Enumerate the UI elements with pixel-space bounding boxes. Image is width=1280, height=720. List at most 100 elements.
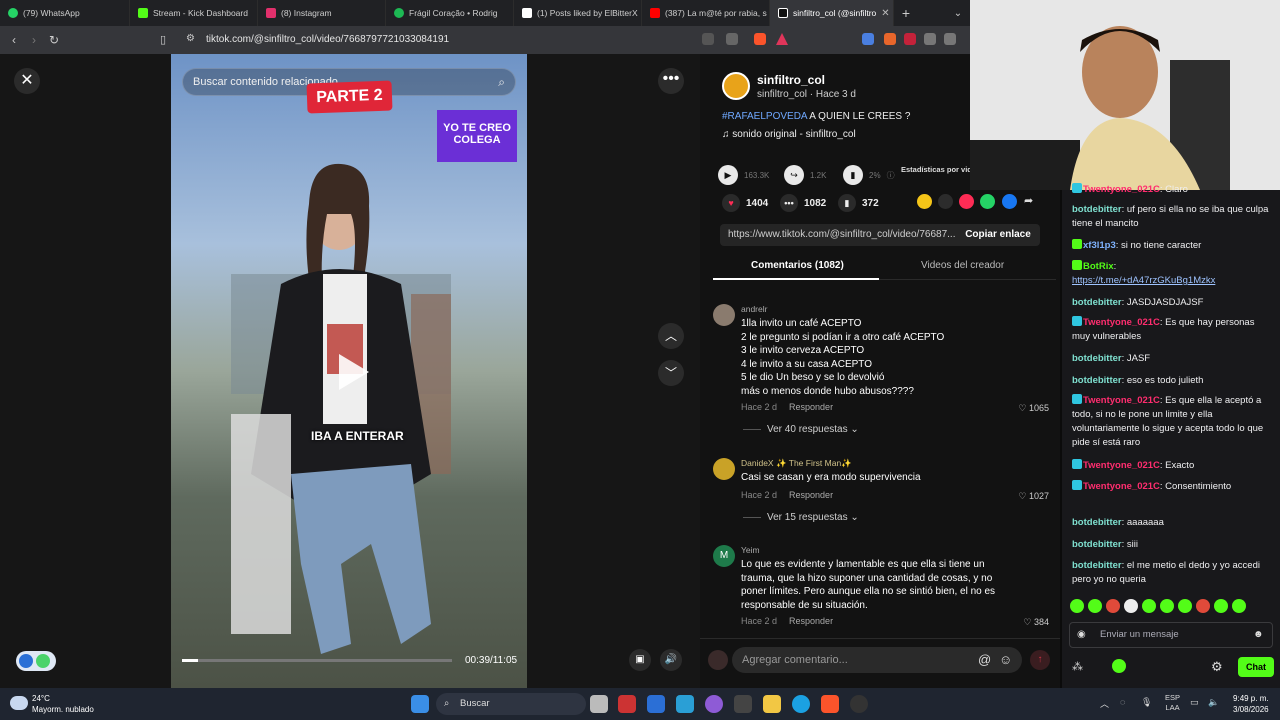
media-control-icon[interactable] <box>944 33 956 45</box>
terminal-icon[interactable] <box>734 695 752 713</box>
tab-whatsapp[interactable]: (79) WhatsApp <box>0 0 130 26</box>
chat-username[interactable]: Twentyone_021C <box>1083 460 1160 471</box>
commenter-avatar[interactable] <box>713 304 735 326</box>
reload-icon[interactable]: ↻ <box>44 33 64 47</box>
emoji-icon[interactable]: ☺ <box>999 652 1012 667</box>
share-facebook-icon[interactable] <box>1002 194 1017 209</box>
mention-icon[interactable]: @ <box>978 652 991 667</box>
tab-list-chevron-icon[interactable]: ⌄ <box>946 8 970 19</box>
previous-video-button[interactable]: ︿ <box>658 323 684 349</box>
chat-username[interactable]: botdebitter <box>1072 297 1122 308</box>
emote-icon[interactable] <box>1124 599 1138 613</box>
chat-username[interactable]: Twentyone_021C <box>1083 317 1160 328</box>
view-replies-button[interactable]: Ver 40 respuestas ⌄ <box>743 424 859 435</box>
task-view-icon[interactable] <box>590 695 608 713</box>
tray-chevron-icon[interactable]: ︿ <box>1100 697 1109 710</box>
commenter-name[interactable]: andrelr <box>741 304 767 314</box>
close-video-button[interactable]: ✕ <box>14 68 40 94</box>
mail-icon[interactable] <box>676 695 694 713</box>
send-comment-button[interactable]: ↑ <box>1030 650 1050 670</box>
forward-icon[interactable]: › <box>24 33 44 47</box>
view-replies-button[interactable]: Ver 15 respuestas ⌄ <box>743 512 859 523</box>
back-icon[interactable]: ‹ <box>4 33 24 47</box>
embed-icon[interactable] <box>938 194 953 209</box>
taskbar-search[interactable]: ⌕ Buscar <box>436 693 586 715</box>
tray-app-icon[interactable]: ◌ <box>1120 697 1125 707</box>
cast-icon[interactable] <box>702 33 714 45</box>
new-tab-button[interactable]: + <box>894 5 918 21</box>
brave-browser-icon[interactable] <box>821 695 839 713</box>
microphone-icon[interactable]: 🎙 <box>1141 697 1152 708</box>
extension-m-icon[interactable] <box>904 33 916 45</box>
play-count-icon[interactable]: ▶ <box>718 165 738 185</box>
comment-like-count[interactable]: ♡ 1065 <box>1018 403 1049 414</box>
chat-username[interactable]: botdebitter <box>1072 539 1122 550</box>
chat-username[interactable]: Twentyone_021C <box>1083 395 1160 406</box>
chat-emoji-icon[interactable]: ☻ <box>1253 629 1264 640</box>
play-icon[interactable] <box>333 350 373 394</box>
emote-icon[interactable] <box>1160 599 1174 613</box>
extension-badge[interactable] <box>16 651 56 671</box>
commenter-avatar[interactable] <box>713 458 735 480</box>
brave-rewards-icon[interactable] <box>776 33 788 45</box>
user-avatar[interactable] <box>708 650 728 670</box>
edge-icon[interactable] <box>792 695 810 713</box>
chat-send-button[interactable]: Chat <box>1238 657 1274 677</box>
file-explorer-icon[interactable] <box>763 695 781 713</box>
language-indicator[interactable]: ESP LAA <box>1165 693 1180 713</box>
copy-link-button[interactable]: Copiar enlace <box>957 224 1039 246</box>
weather-widget[interactable]: 24°C Mayorm. nublado <box>32 693 94 715</box>
chat-users-icon[interactable]: ⁂ <box>1072 660 1083 673</box>
tab-spotify[interactable]: Frágil Coração • Rodrig <box>386 0 514 26</box>
extensions-puzzle-icon[interactable] <box>924 33 936 45</box>
hashtag-link[interactable]: #RAFAELPOVEDA <box>722 111 807 122</box>
volume-tray-icon[interactable]: 🔈 <box>1208 697 1219 708</box>
tab-tiktok-active[interactable]: sinfiltro_col (@sinfiltro ✕ <box>770 0 894 26</box>
system-clock[interactable]: 9:49 p. m. 3/08/2026 <box>1233 693 1269 715</box>
emote-icon[interactable] <box>1214 599 1228 613</box>
url-field[interactable]: tiktok.com/@sinfiltro_col/video/76687977… <box>206 34 449 45</box>
chat-username[interactable]: xf3l1p3 <box>1083 240 1116 251</box>
sound-link[interactable]: ♫ sonido original - sinfiltro_col <box>722 129 856 140</box>
emote-icon[interactable] <box>1088 599 1102 613</box>
commenter-name[interactable]: DanideX ✨ The First Man✨ <box>741 458 852 469</box>
emote-icon[interactable] <box>1196 599 1210 613</box>
picture-in-picture-icon[interactable]: ▣ <box>629 649 651 671</box>
store-icon[interactable] <box>647 695 665 713</box>
commenter-avatar[interactable]: M <box>713 545 735 567</box>
volume-icon[interactable]: 🔊 <box>660 649 682 671</box>
weather-cloud-icon[interactable] <box>10 696 28 710</box>
obs-icon[interactable] <box>850 695 868 713</box>
comment-like-count[interactable]: ♡ 1027 <box>1018 491 1049 502</box>
bookmark-icon[interactable]: ▯ <box>160 33 166 46</box>
chat-username[interactable]: botdebitter <box>1072 353 1122 364</box>
chat-username[interactable]: botdebitter <box>1072 375 1122 386</box>
share-tiktok-icon[interactable] <box>959 194 974 209</box>
emote-icon[interactable] <box>1178 599 1192 613</box>
chat-username[interactable]: Twentyone_021C <box>1083 481 1160 492</box>
reply-button[interactable]: Responder <box>789 402 833 412</box>
kick-logo-icon[interactable] <box>1112 659 1126 673</box>
chat-username[interactable]: Twentyone_021C <box>1083 184 1160 195</box>
tab-youtube[interactable]: (387) La m@té por rabia, s <box>642 0 770 26</box>
translate-icon[interactable] <box>726 33 738 45</box>
share-count-icon[interactable]: ↪ <box>784 165 804 185</box>
emote-icon[interactable] <box>1070 599 1084 613</box>
save-button[interactable]: ▮ 372 <box>838 194 879 212</box>
translate-extension-icon[interactable] <box>862 33 874 45</box>
tab-comments[interactable]: Comentarios (1082) <box>751 260 844 271</box>
chat-link[interactable]: https://t.me/+dA47rzGKuBg1Mzkx <box>1072 275 1215 286</box>
chat-username[interactable]: botdebitter <box>1072 517 1122 528</box>
copilot-icon[interactable] <box>705 695 723 713</box>
brave-shield-icon[interactable] <box>754 33 766 45</box>
reply-button[interactable]: Responder <box>789 616 833 626</box>
comment-like-count[interactable]: ♡ 384 <box>1023 617 1049 628</box>
taskbar-app-icon[interactable] <box>618 695 636 713</box>
emote-icon[interactable] <box>1232 599 1246 613</box>
tab-creator-videos[interactable]: Videos del creador <box>921 260 1004 271</box>
extension-fox-icon[interactable] <box>884 33 896 45</box>
chat-username[interactable]: BotRix <box>1083 261 1114 272</box>
windows-start-icon[interactable] <box>411 695 429 713</box>
tab-x-posts[interactable]: (1) Posts liked by ElBitterX <box>514 0 642 26</box>
next-video-button[interactable]: ﹀ <box>658 360 684 386</box>
